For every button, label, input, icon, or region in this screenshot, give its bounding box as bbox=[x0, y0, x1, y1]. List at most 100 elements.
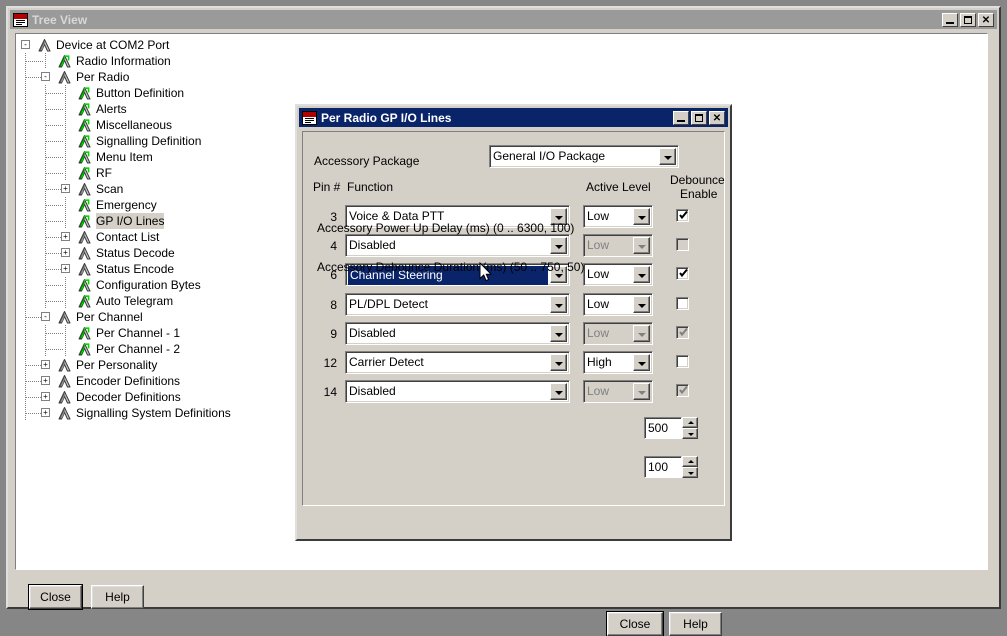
tree-expand-toggle-icon[interactable]: + bbox=[61, 232, 70, 241]
dialog-help-button[interactable]: Help bbox=[669, 612, 722, 636]
main-window-titlebar[interactable]: Tree View ✕ bbox=[10, 10, 997, 29]
dialog-close-button[interactable]: Close bbox=[606, 611, 664, 636]
debounce-enable-checkbox[interactable] bbox=[676, 209, 689, 222]
node-arrow-gray-icon bbox=[57, 390, 72, 404]
tree-item-label[interactable]: Encoder Definitions bbox=[76, 373, 180, 389]
maximize-button[interactable] bbox=[691, 110, 707, 125]
tree-item-label[interactable]: Per Channel - 2 bbox=[96, 341, 180, 357]
chevron-down-icon[interactable] bbox=[550, 324, 567, 342]
maximize-button[interactable] bbox=[960, 12, 976, 27]
minimize-button[interactable] bbox=[673, 110, 689, 125]
chevron-down-icon[interactable] bbox=[550, 383, 567, 401]
tree-item-label[interactable]: Signalling Definition bbox=[96, 133, 201, 149]
tree-item-label[interactable]: Contact List bbox=[96, 229, 159, 245]
header-function: Function bbox=[347, 180, 394, 194]
chevron-down-icon[interactable] bbox=[550, 295, 567, 313]
tree-item-label[interactable]: Alerts bbox=[96, 101, 127, 117]
chevron-down-icon[interactable] bbox=[550, 354, 567, 371]
tree-guide-line bbox=[46, 349, 64, 350]
chevron-down-icon[interactable] bbox=[633, 266, 650, 284]
function-combo[interactable]: Disabled bbox=[345, 234, 570, 258]
tree-expand-toggle-icon[interactable]: + bbox=[41, 360, 50, 369]
close-button[interactable]: ✕ bbox=[709, 110, 725, 125]
power-up-delay-field[interactable]: 500 bbox=[644, 417, 682, 439]
tree-expand-toggle-icon[interactable]: + bbox=[61, 184, 70, 193]
node-arrow-gray-icon bbox=[57, 358, 72, 372]
debounce-duration-field[interactable]: 100 bbox=[644, 456, 682, 478]
tree-expand-toggle-icon[interactable]: + bbox=[41, 376, 50, 385]
tree-item-label[interactable]: Status Decode bbox=[96, 245, 175, 261]
tree-item-button-definition[interactable]: Button Definition bbox=[16, 85, 987, 101]
tree-item-label[interactable]: Auto Telegram bbox=[96, 293, 173, 309]
tree-expand-toggle-icon[interactable]: + bbox=[41, 408, 50, 417]
tree-item-label[interactable]: Status Encode bbox=[96, 261, 174, 277]
tree-guide-line bbox=[65, 149, 66, 165]
chevron-down-icon[interactable] bbox=[550, 237, 567, 255]
power-up-delay-stepper[interactable] bbox=[682, 417, 698, 439]
tree-item-label[interactable]: Device at COM2 Port bbox=[56, 37, 169, 53]
tree-item-label[interactable]: RF bbox=[96, 165, 112, 181]
tree-item-label[interactable]: GP I/O Lines bbox=[96, 213, 165, 229]
tree-collapse-toggle-icon[interactable]: - bbox=[21, 40, 30, 49]
function-combo[interactable]: Disabled bbox=[345, 380, 570, 404]
active-level-combo[interactable]: Low bbox=[583, 205, 653, 228]
active-level-combo[interactable]: Low bbox=[583, 263, 653, 287]
tree-item-label[interactable]: Miscellaneous bbox=[96, 117, 172, 133]
tree-expand-toggle-icon[interactable]: + bbox=[61, 248, 70, 257]
debounce-enable-checkbox[interactable] bbox=[676, 267, 689, 281]
header-debounce-enable-line2: Enable bbox=[680, 187, 718, 201]
tree-guide-line bbox=[65, 165, 66, 181]
debounce-enable-checkbox[interactable] bbox=[676, 296, 689, 310]
function-combo[interactable]: Carrier Detect bbox=[345, 351, 570, 374]
tree-expand-toggle-icon[interactable]: + bbox=[61, 264, 70, 273]
tree-item-per-radio[interactable]: - Per Radio bbox=[16, 69, 987, 85]
tree-item-radio-information[interactable]: Radio Information bbox=[16, 53, 987, 69]
tree-item-label[interactable]: Per Channel bbox=[76, 309, 143, 325]
function-combo[interactable]: PL/DPL Detect bbox=[345, 292, 570, 316]
tree-item-label[interactable]: Decoder Definitions bbox=[76, 389, 181, 405]
tree-item-label[interactable]: Configuration Bytes bbox=[96, 277, 201, 293]
main-help-button[interactable]: Help bbox=[91, 585, 144, 609]
debounce-duration-stepper[interactable] bbox=[682, 456, 698, 478]
stepper-up-icon[interactable] bbox=[682, 456, 698, 467]
minimize-button[interactable] bbox=[942, 12, 958, 27]
node-arrow-green-icon bbox=[77, 166, 92, 180]
dialog-caption-buttons: ✕ bbox=[673, 110, 728, 125]
chevron-down-icon bbox=[633, 383, 650, 401]
node-arrow-green-icon bbox=[77, 134, 92, 148]
tree-collapse-toggle-icon[interactable]: - bbox=[41, 312, 50, 321]
active-level-combo[interactable]: Low bbox=[583, 292, 653, 316]
stepper-up-icon[interactable] bbox=[682, 417, 698, 428]
tree-expand-toggle-icon[interactable]: + bbox=[41, 392, 50, 401]
tree-item-label[interactable]: Scan bbox=[96, 181, 123, 197]
active-level-combo[interactable]: High bbox=[583, 351, 653, 374]
debounce-enable-checkbox[interactable] bbox=[676, 355, 689, 368]
function-value: Disabled bbox=[349, 238, 396, 253]
function-value: Carrier Detect bbox=[349, 355, 424, 369]
stepper-down-icon[interactable] bbox=[682, 467, 698, 478]
chevron-down-icon[interactable] bbox=[633, 354, 650, 371]
tree-item-label[interactable]: Per Channel - 1 bbox=[96, 325, 180, 341]
chevron-down-icon[interactable] bbox=[633, 295, 650, 313]
main-close-button[interactable]: Close bbox=[28, 584, 83, 610]
tree-item-label[interactable]: Per Radio bbox=[76, 69, 129, 85]
debounce-enable-checkbox bbox=[676, 325, 689, 339]
tree-item-label[interactable]: Signalling System Definitions bbox=[76, 405, 231, 421]
active-level-combo: Low bbox=[583, 380, 653, 404]
tree-item-label[interactable]: Emergency bbox=[96, 197, 157, 213]
tree-item-device-at-com2-port[interactable]: - Device at COM2 Port bbox=[16, 37, 987, 53]
close-button[interactable]: ✕ bbox=[978, 12, 994, 27]
tree-item-label[interactable]: Button Definition bbox=[96, 85, 184, 101]
chevron-down-icon[interactable] bbox=[633, 208, 650, 225]
node-arrow-green-icon bbox=[77, 294, 92, 308]
tree-item-label[interactable]: Radio Information bbox=[76, 53, 171, 69]
dialog-titlebar[interactable]: Per Radio GP I/O Lines ✕ bbox=[299, 108, 728, 127]
function-combo[interactable]: Disabled bbox=[345, 321, 570, 345]
tree-item-label[interactable]: Per Personality bbox=[76, 357, 157, 373]
accessory-package-combo[interactable]: General I/O Package bbox=[489, 145, 679, 168]
tree-collapse-toggle-icon[interactable]: - bbox=[41, 72, 50, 81]
node-arrow-gray-icon bbox=[57, 70, 72, 84]
stepper-down-icon[interactable] bbox=[682, 428, 698, 439]
chevron-down-icon[interactable] bbox=[659, 148, 676, 165]
tree-item-label[interactable]: Menu Item bbox=[96, 149, 153, 165]
